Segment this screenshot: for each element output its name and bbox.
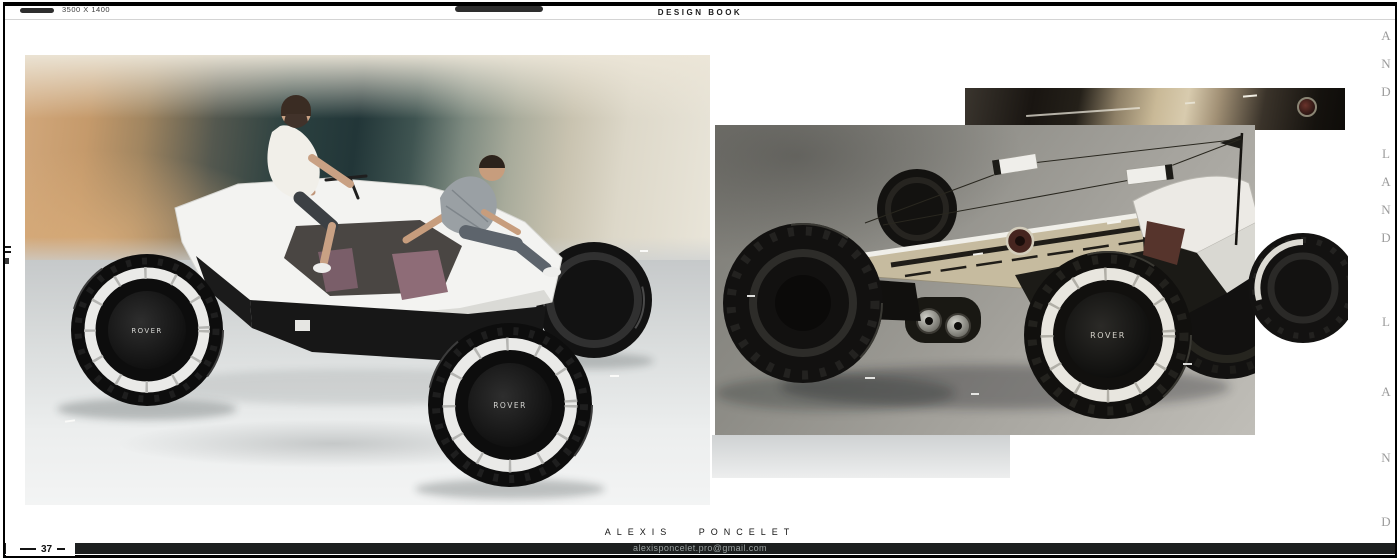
frame-top (3, 2, 1397, 6)
side-letter: N (1379, 450, 1393, 466)
pennant (1220, 135, 1242, 149)
header-rule (5, 19, 1395, 20)
design-book-page: 3500 X 1400 DESIGN BOOK A N D L A N D L … (0, 0, 1400, 560)
wheel-brand-label: ROVER (131, 327, 162, 335)
side-letter: N (1379, 56, 1393, 72)
strip-port-detail (1297, 97, 1317, 117)
side-letter: A (1379, 28, 1393, 44)
dash-line (20, 548, 36, 550)
side-letter: A (1379, 384, 1393, 400)
side-letter: A (1379, 174, 1393, 190)
strip-highlight (1026, 107, 1140, 117)
wheel-brand-label: ROVER (493, 401, 527, 410)
dash-line (57, 548, 65, 550)
rear-wheel: ROVER (428, 323, 592, 487)
overhang-wheel (1248, 228, 1348, 350)
side-letter: N (1379, 202, 1393, 218)
page-number-value: 37 (41, 544, 52, 555)
strip-dash (1185, 102, 1195, 105)
vehicle-side-view: ROVER ROVER (25, 55, 710, 505)
page-title: DESIGN BOOK (0, 8, 1400, 17)
frame-right (1395, 2, 1397, 558)
frame-left (3, 2, 5, 558)
side-letter: D (1379, 84, 1393, 100)
front-left-wheel (723, 223, 883, 383)
page-number: 37 (6, 542, 75, 556)
collage-underlay (712, 435, 1010, 478)
author-name: ALEXIS PONCELET (0, 527, 1400, 537)
detail-strip-render (965, 88, 1345, 130)
wing-panel (992, 154, 1038, 176)
far-front-wheel (877, 169, 957, 249)
front-wheel: ROVER (71, 254, 223, 406)
frame-bottom (3, 555, 1397, 558)
contact-email-bar: alexisponcelet.pro@gmail.com (5, 543, 1395, 554)
vehicle-rear-view: ROVER (715, 125, 1255, 435)
wing-panel (1126, 164, 1173, 184)
side-letter: D (1379, 230, 1393, 246)
secondary-render: ROVER (715, 125, 1255, 435)
main-render: ROVER ROVER (25, 55, 710, 505)
registration-marks (5, 246, 11, 267)
side-letter: L (1379, 146, 1393, 162)
strip-dash (1243, 94, 1257, 97)
side-letter: L (1379, 314, 1393, 330)
wheel-brand-label: ROVER (1090, 331, 1126, 340)
rover-wheel: ROVER (1024, 251, 1192, 419)
